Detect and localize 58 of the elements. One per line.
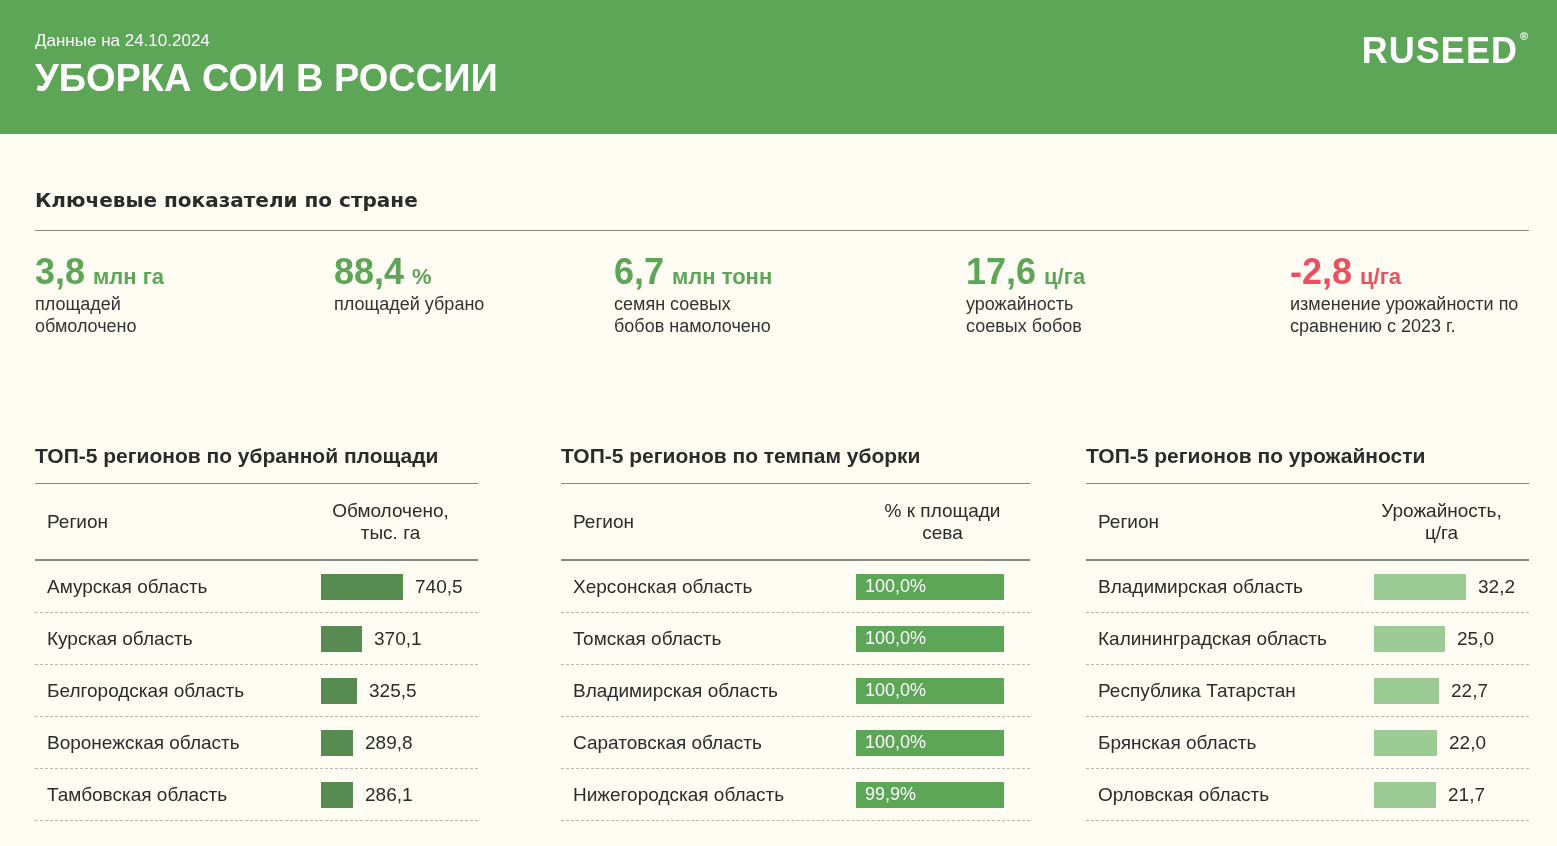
metric-caption: площадей убрано xyxy=(334,293,486,315)
region-name: Владимирская область xyxy=(1097,575,1303,598)
metric-caption: площадей обмолочено xyxy=(35,293,138,337)
bar-value: 370,1 xyxy=(374,627,422,650)
bar-value: 21,7 xyxy=(1448,783,1485,806)
bar: 100,0% xyxy=(856,573,1004,600)
bar-value: 22,7 xyxy=(1451,679,1488,702)
section-title: Ключевые показатели по стране xyxy=(35,188,1529,231)
region-name: Владимирская область xyxy=(572,679,778,702)
bar-value: 22,0 xyxy=(1449,731,1486,754)
metric-value: -2,8 xyxy=(1290,251,1353,293)
metric-value: 17,6 xyxy=(966,251,1037,293)
column-header: Обмолочено, тыс. га xyxy=(331,499,450,544)
bar: 100,0% xyxy=(856,729,1004,756)
table-title: ТОП-5 регионов по урожайности xyxy=(1086,443,1529,484)
bar-value: 325,5 xyxy=(369,679,417,702)
region-name: Томская область xyxy=(572,627,722,650)
bar-value: 289,8 xyxy=(365,731,413,754)
region-name: Калининградская область xyxy=(1097,627,1327,650)
table-title: ТОП-5 регионов по темпам уборки xyxy=(561,443,1030,484)
metric-caption: семян соевых бобов намолочено xyxy=(614,293,772,337)
bar-value: 286,1 xyxy=(365,783,413,806)
bar: 100,0% xyxy=(856,625,1004,652)
metric-value: 3,8 xyxy=(35,251,86,293)
bar-value: 32,2 xyxy=(1478,575,1515,598)
bar-value: 740,5 xyxy=(415,575,463,598)
metric-unit: ц/га xyxy=(1360,264,1402,290)
region-name: Белгородская область xyxy=(46,679,245,702)
metric-caption: изменение урожайности по сравнению с 2023 г. xyxy=(1290,293,1520,337)
column-header: Регион xyxy=(572,510,634,533)
metric-value: 6,7 xyxy=(614,251,665,293)
column-header: Регион xyxy=(1097,510,1159,533)
bar: 100,0% xyxy=(856,677,1004,704)
logo: RUSEED$^{®}$ xyxy=(1361,30,1529,72)
region-name: Тамбовская область xyxy=(46,783,228,806)
region-name: Брянская область xyxy=(1097,731,1257,754)
column-header: Урожайность, ц/га xyxy=(1380,499,1503,544)
column-header: % к площади сева xyxy=(883,499,1002,544)
table-title: ТОП-5 регионов по убранной площади xyxy=(35,443,478,484)
metric-value: 88,4 xyxy=(334,251,405,293)
metric-unit: млн га xyxy=(93,264,165,290)
date-label: Данные на 24.10.2024 xyxy=(35,31,211,51)
region-name: Саратовская область xyxy=(572,731,762,754)
region-name: Орловская область xyxy=(1097,783,1270,806)
region-name: Амурская область xyxy=(46,575,208,598)
region-name: Херсонская область xyxy=(572,575,753,598)
metric-caption: урожайность соевых бобов xyxy=(966,293,1083,337)
region-name: Нижегородская область xyxy=(572,783,785,806)
metric-unit: млн тонн xyxy=(672,264,773,290)
metric-unit: ц/га xyxy=(1044,264,1086,290)
column-header: Регион xyxy=(46,510,108,533)
region-name: Курская область xyxy=(46,627,193,650)
region-name: Воронежская область xyxy=(46,731,240,754)
bar: 99,9% xyxy=(856,781,1004,808)
page-title: УБОРКА СОИ В РОССИИ xyxy=(35,57,498,100)
bar-value: 25,0 xyxy=(1457,627,1494,650)
region-name: Республика Татарстан xyxy=(1097,679,1296,702)
metric-unit: % xyxy=(412,264,432,290)
